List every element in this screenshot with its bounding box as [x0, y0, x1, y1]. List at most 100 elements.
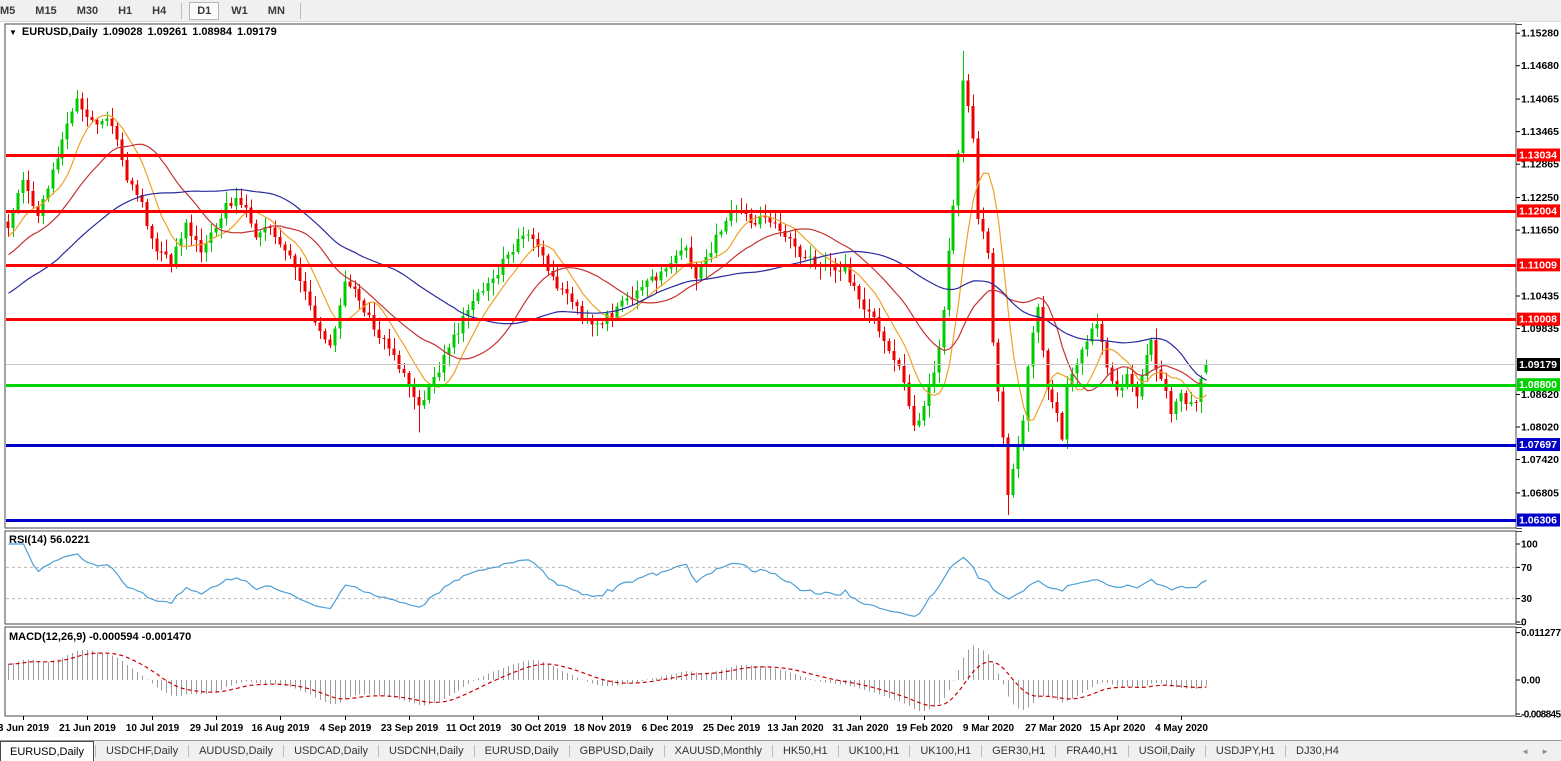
macd-histogram — [8, 645, 1207, 712]
tab-separator — [1055, 745, 1057, 757]
svg-text:4 Sep 2019: 4 Sep 2019 — [320, 723, 372, 734]
symbol-tab-bar: EURUSD,Daily USDCHF,Daily AUDUSD,Daily USDC… — [0, 740, 1561, 761]
tab-separator — [283, 745, 285, 757]
svg-text:25 Dec 2019: 25 Dec 2019 — [703, 723, 761, 734]
svg-text:1.08020: 1.08020 — [1521, 423, 1559, 434]
symbol-tab-dj30-h4[interactable]: DJ30,H4 — [1287, 741, 1348, 761]
svg-text:0: 0 — [1521, 618, 1527, 629]
tab-scroll-left-icon[interactable]: ◄ — [1521, 747, 1529, 756]
tab-separator — [1204, 745, 1206, 757]
tab-separator — [568, 745, 570, 757]
price-axis[interactable]: 1.152801.146801.140651.134651.128651.122… — [1516, 24, 1561, 721]
timeframe-button-H1[interactable]: H1 — [110, 2, 140, 20]
svg-text:27 Mar 2020: 27 Mar 2020 — [1025, 723, 1082, 734]
timeframe-toolbar: M5 M15 M30 H1 H4 D1 W1 MN — [0, 0, 1561, 22]
svg-text:18 Nov 2019: 18 Nov 2019 — [574, 723, 632, 734]
symbol-tab-eurusd-daily[interactable]: EURUSD,Daily — [476, 741, 568, 761]
macd-signal-line — [8, 652, 1207, 707]
tab-separator — [837, 745, 839, 757]
timeframe-button-W1[interactable]: W1 — [223, 2, 256, 20]
symbol-tab-usdjpy-h1[interactable]: USDJPY,H1 — [1207, 741, 1284, 761]
svg-text:1.10008: 1.10008 — [1519, 315, 1557, 326]
tab-separator — [663, 745, 665, 757]
symbol-tab-usoil-daily[interactable]: USOil,Daily — [1130, 741, 1204, 761]
symbol-tab-usdcad-daily[interactable]: USDCAD,Daily — [285, 741, 377, 761]
svg-text:1.14680: 1.14680 — [1521, 61, 1559, 72]
symbol-tab-eurusd-daily[interactable]: EURUSD,Daily — [0, 741, 94, 761]
symbol-tab-usdcnh-daily[interactable]: USDCNH,Daily — [380, 741, 473, 761]
tab-separator — [473, 745, 475, 757]
timeframe-button-D1[interactable]: D1 — [189, 1, 220, 20]
tab-scroll-arrows: ◄ ► — [1521, 741, 1561, 761]
symbol-tab-usdchf-daily[interactable]: USDCHF,Daily — [97, 741, 187, 761]
rsi-line — [8, 543, 1207, 618]
svg-text:1.13034: 1.13034 — [1519, 151, 1557, 162]
svg-text:3 Jun 2019: 3 Jun 2019 — [0, 723, 50, 734]
tab-separator — [378, 745, 380, 757]
svg-text:23 Sep 2019: 23 Sep 2019 — [381, 723, 439, 734]
svg-text:1.07697: 1.07697 — [1519, 440, 1557, 451]
ma-slow-line — [8, 188, 1207, 381]
svg-text:1.14065: 1.14065 — [1521, 95, 1559, 106]
tab-separator — [188, 745, 190, 757]
ma-medium-line — [8, 143, 1207, 392]
svg-text:31 Jan 2020: 31 Jan 2020 — [832, 723, 889, 734]
symbol-tab-xauusd-monthly[interactable]: XAUUSD,Monthly — [666, 741, 771, 761]
svg-text:1.11650: 1.11650 — [1521, 226, 1559, 237]
svg-text:1.13465: 1.13465 — [1521, 127, 1559, 138]
svg-text:1.06306: 1.06306 — [1519, 515, 1557, 526]
svg-text:1.15280: 1.15280 — [1521, 29, 1559, 40]
rsi-pane — [6, 543, 1516, 618]
rsi-pane-frame — [4, 530, 1517, 625]
tab-separator — [94, 745, 96, 757]
tab-separator — [1127, 745, 1129, 757]
svg-text:100: 100 — [1521, 540, 1538, 551]
svg-text:11 Oct 2019: 11 Oct 2019 — [446, 723, 501, 734]
timeframe-button-M15[interactable]: M15 — [27, 2, 64, 20]
svg-text:15 Apr 2020: 15 Apr 2020 — [1090, 723, 1146, 734]
svg-text:70: 70 — [1521, 563, 1533, 574]
price-pane-frame — [4, 23, 1517, 529]
svg-text:1.12250: 1.12250 — [1521, 193, 1559, 204]
svg-text:6 Dec 2019: 6 Dec 2019 — [642, 723, 694, 734]
tab-separator — [981, 745, 983, 757]
svg-text:0.011277: 0.011277 — [1521, 628, 1561, 639]
tab-scroll-right-icon[interactable]: ► — [1541, 747, 1549, 756]
svg-text:13 Jan 2020: 13 Jan 2020 — [767, 723, 824, 734]
timeframe-button-H4[interactable]: H4 — [144, 2, 174, 20]
symbol-tab-hk50-h1[interactable]: HK50,H1 — [774, 741, 837, 761]
svg-text:16 Aug 2019: 16 Aug 2019 — [252, 723, 310, 734]
svg-text:10 Jul 2019: 10 Jul 2019 — [126, 723, 180, 734]
mt4-chart-window: { "toolbar": { "timeframes": ["M5","M15"… — [0, 0, 1561, 761]
svg-text:29 Jul 2019: 29 Jul 2019 — [190, 723, 244, 734]
timeframe-button-M5[interactable]: M5 — [0, 2, 23, 20]
svg-text:1.09179: 1.09179 — [1519, 360, 1557, 371]
symbol-tab-fra40-h1[interactable]: FRA40,H1 — [1057, 741, 1126, 761]
toolbar-separator — [181, 2, 183, 19]
svg-text:1.10435: 1.10435 — [1521, 291, 1559, 302]
svg-text:30: 30 — [1521, 594, 1533, 605]
svg-text:1.08800: 1.08800 — [1519, 380, 1557, 391]
date-axis[interactable]: 3 Jun 2019 21 Jun 2019 10 Jul 2019 29 Jul 2… — [0, 716, 1208, 734]
symbol-tab-gbpusd-daily[interactable]: GBPUSD,Daily — [571, 741, 663, 761]
svg-text:19 Feb 2020: 19 Feb 2020 — [896, 723, 953, 734]
svg-text:0.00: 0.00 — [1521, 676, 1541, 687]
svg-text:1.09835: 1.09835 — [1521, 324, 1559, 335]
svg-text:1.07420: 1.07420 — [1521, 455, 1559, 466]
chart-canvas[interactable]: 1.152801.146801.140651.134651.128651.122… — [0, 22, 1561, 740]
svg-text:1.11009: 1.11009 — [1519, 260, 1557, 271]
tab-separator — [771, 745, 773, 757]
svg-text:1.12004: 1.12004 — [1519, 206, 1557, 217]
symbol-tab-uk100-h1[interactable]: UK100,H1 — [911, 741, 980, 761]
svg-text:30 Oct 2019: 30 Oct 2019 — [511, 723, 567, 734]
svg-text:21 Jun 2019: 21 Jun 2019 — [59, 723, 116, 734]
toolbar-separator — [299, 2, 301, 19]
symbol-tab-ger30-h1[interactable]: GER30,H1 — [983, 741, 1054, 761]
symbol-tab-audusd-daily[interactable]: AUDUSD,Daily — [190, 741, 282, 761]
tab-separator — [909, 745, 911, 757]
symbol-tab-uk100-h1[interactable]: UK100,H1 — [840, 741, 909, 761]
tab-separator — [1285, 745, 1287, 757]
timeframe-button-MN[interactable]: MN — [260, 2, 293, 20]
timeframe-button-M30[interactable]: M30 — [69, 2, 106, 20]
svg-text:9 Mar 2020: 9 Mar 2020 — [963, 723, 1015, 734]
